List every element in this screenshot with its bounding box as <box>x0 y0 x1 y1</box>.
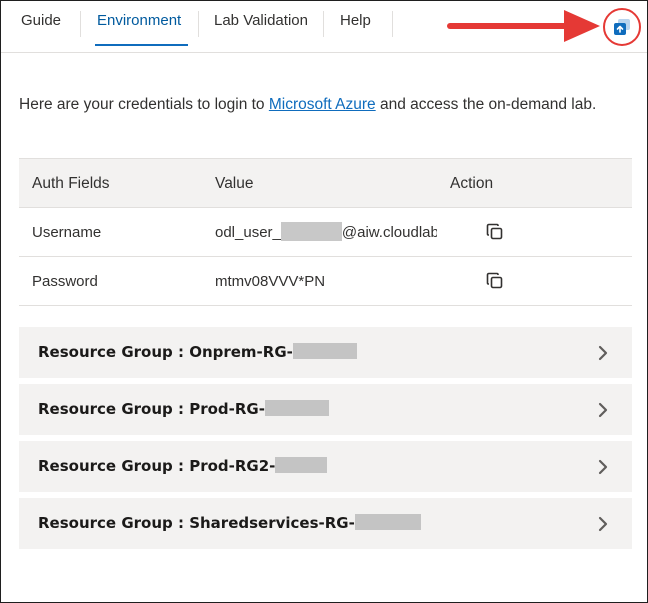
header-auth-fields: Auth Fields <box>32 175 110 192</box>
resource-group-prod[interactable]: Resource Group : Prod-RG- <box>19 384 632 435</box>
popout-icon <box>614 19 630 35</box>
tab-divider <box>323 11 324 37</box>
chevron-right-icon <box>598 402 608 418</box>
microsoft-azure-link[interactable]: Microsoft Azure <box>269 96 376 113</box>
resource-group-label: Resource Group : Prod-RG2- <box>38 441 328 492</box>
value-username: odl_user_ @aiw.cloudlabs.ai <box>215 208 437 257</box>
field-password: Password <box>32 273 98 290</box>
resource-group-label: Resource Group : Onprem-RG- <box>38 327 357 378</box>
username-prefix: odl_user_ <box>215 224 281 241</box>
tab-environment[interactable]: Environment <box>97 1 181 47</box>
resource-group-name: Resource Group : Prod-RG2- <box>38 457 276 475</box>
username-suffix: @aiw.cloudlabs.ai <box>341 224 437 241</box>
tab-divider <box>80 11 81 37</box>
tab-guide[interactable]: Guide <box>21 1 61 47</box>
resource-group-name: Resource Group : Prod-RG- <box>38 400 265 418</box>
tab-divider <box>392 11 393 37</box>
intro-text-end: and access the on-demand lab. <box>375 96 597 113</box>
intro-text: Here are your credentials to login to <box>19 96 269 113</box>
resource-group-label: Resource Group : Prod-RG- <box>38 384 329 435</box>
copy-icon[interactable] <box>486 272 504 290</box>
resource-group-label: Resource Group : Sharedservices-RG- <box>38 498 421 549</box>
resource-group-name: Resource Group : Sharedservices-RG- <box>38 514 355 532</box>
redacted-block <box>292 343 357 359</box>
resource-group-prod2[interactable]: Resource Group : Prod-RG2- <box>19 441 632 492</box>
credentials-table: Auth Fields Value Action Username odl_us… <box>19 158 632 306</box>
active-tab-indicator <box>95 44 188 46</box>
chevron-right-icon <box>598 516 608 532</box>
copy-icon[interactable] <box>486 223 504 241</box>
redacted-block <box>280 222 342 242</box>
field-username: Username <box>32 224 102 241</box>
table-row-password: Password mtmv08VVV*PN <box>19 257 632 306</box>
credentials-intro: Here are your credentials to login to Mi… <box>19 96 596 114</box>
table-header: Auth Fields Value Action <box>19 158 632 208</box>
redacted-block <box>354 514 421 530</box>
table-row-username: Username odl_user_ @aiw.cloudlabs.ai <box>19 208 632 257</box>
redacted-block <box>275 457 328 473</box>
red-arrow <box>447 10 600 42</box>
redacted-block <box>264 400 329 416</box>
tab-divider <box>198 11 199 37</box>
resource-group-name: Resource Group : Onprem-RG- <box>38 343 293 361</box>
popout-button[interactable] <box>609 14 635 40</box>
tab-lab-validation[interactable]: Lab Validation <box>214 1 308 47</box>
value-password: mtmv08VVV*PN <box>215 273 326 290</box>
resource-group-onprem[interactable]: Resource Group : Onprem-RG- <box>19 327 632 378</box>
tab-help[interactable]: Help <box>340 1 371 47</box>
resource-group-sharedservices[interactable]: Resource Group : Sharedservices-RG- <box>19 498 632 549</box>
header-value: Value <box>215 175 254 192</box>
chevron-right-icon <box>598 345 608 361</box>
header-action: Action <box>450 175 494 192</box>
chevron-right-icon <box>598 459 608 475</box>
